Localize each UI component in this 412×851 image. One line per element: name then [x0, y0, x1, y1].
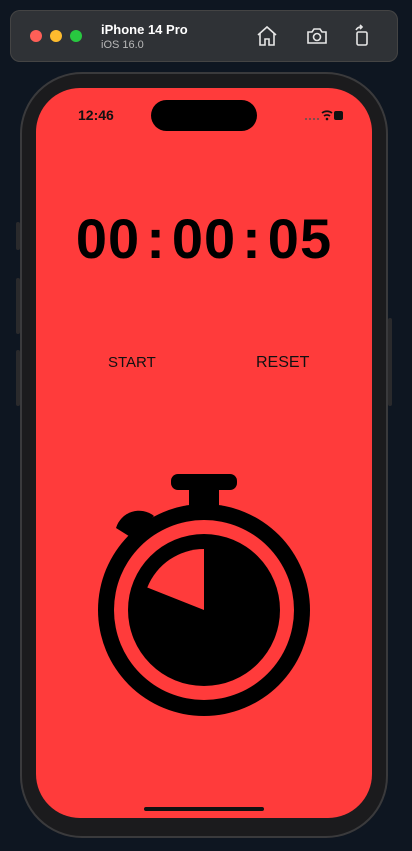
- zoom-window-button[interactable]: [70, 30, 82, 42]
- os-version: iOS 16.0: [101, 39, 144, 51]
- timer-minutes: 00: [171, 207, 237, 270]
- home-indicator: [144, 807, 264, 811]
- rotate-device-icon[interactable]: [350, 24, 374, 48]
- timer-hours: 00: [75, 207, 141, 270]
- start-button[interactable]: START: [108, 354, 156, 371]
- home-icon[interactable]: [255, 24, 279, 48]
- timer-display: 00:00:05: [36, 206, 372, 271]
- action-button: [16, 222, 20, 250]
- minimize-window-button[interactable]: [50, 30, 62, 42]
- wifi-icon: [321, 110, 333, 117]
- dynamic-island: [151, 100, 257, 131]
- close-window-button[interactable]: [30, 30, 42, 42]
- timer-separator: :: [146, 207, 166, 270]
- timer-separator: :: [242, 207, 262, 270]
- simulator-toolbar: iPhone 14 Pro iOS 16.0: [10, 10, 398, 62]
- battery-icon: [334, 111, 343, 120]
- reset-button[interactable]: RESET: [256, 354, 309, 372]
- timer-seconds: 05: [267, 207, 333, 270]
- status-time: 12:46: [78, 107, 114, 123]
- status-icons: [304, 108, 344, 122]
- device-name: iPhone 14 Pro: [101, 22, 188, 37]
- cellular-signal-icon: [305, 118, 319, 120]
- stopwatch-icon: [98, 474, 310, 716]
- screenshot-camera-icon[interactable]: [305, 24, 329, 48]
- volume-up-button: [16, 278, 20, 334]
- volume-down-button: [16, 350, 20, 406]
- side-power-button: [388, 318, 392, 406]
- app-screen: 12:46 00:00:05 START RESET: [36, 88, 372, 818]
